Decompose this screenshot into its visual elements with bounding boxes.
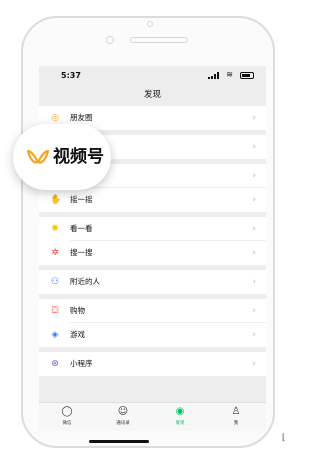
menu-item-people-nearby[interactable]: ⚇ 附近的人 › [39, 270, 266, 294]
menu-item-label: 摇一摇 [70, 195, 93, 204]
chevron-right-icon: › [252, 359, 256, 369]
menu-item-games[interactable]: ◈ 游戏 › [39, 323, 266, 347]
chevron-right-icon: › [252, 330, 256, 340]
search-icon: ✲ [51, 248, 59, 258]
status-time: 5:37 [61, 71, 81, 80]
tab-label: 微信 [62, 421, 72, 426]
people-nearby-icon: ⚇ [50, 277, 60, 287]
tab-discover[interactable]: ◉ 发现 [160, 406, 200, 426]
bottom-tab-bar: ◯ 微信 ☺ 通讯录 ◉ 发现 ♙ 我 [39, 402, 266, 431]
front-camera [106, 36, 114, 44]
status-bar: 5:37 ≋ [39, 66, 266, 84]
shopping-icon: ⛋ [51, 306, 59, 316]
tab-label: 我 [233, 421, 239, 426]
phone-screen: 5:37 ≋ 发现 ◎朋友圈›∞视频号›⊡扫一扫›✋摇一摇›✺看一看›✲搜一搜›… [39, 66, 266, 431]
discover-icon: ◉ [175, 406, 185, 417]
games-icon: ◈ [51, 330, 59, 340]
page-title: 发现 [143, 90, 161, 100]
chevron-right-icon: › [252, 142, 256, 152]
menu-item-mini-programs[interactable]: ⊛ 小程序 › [39, 352, 266, 376]
moments-icon: ◎ [51, 113, 59, 123]
channels-icon [26, 149, 50, 164]
me-icon: ♙ [231, 406, 241, 417]
channels-label: 视频号 [53, 147, 104, 167]
menu-item-label: 购物 [70, 306, 85, 315]
mini-programs-icon: ⊛ [51, 359, 59, 369]
phone-sensor [147, 21, 153, 27]
corner-mark: ⌊ [282, 433, 286, 443]
menu-item-search[interactable]: ✲ 搜一搜 › [39, 241, 266, 265]
signal-icon [208, 72, 220, 79]
chevron-right-icon: › [252, 113, 256, 123]
tab-me[interactable]: ♙ 我 [216, 406, 256, 426]
contacts-icon: ☺ [117, 406, 129, 417]
wifi-icon: ≋ [226, 70, 233, 79]
chevron-right-icon: › [252, 306, 256, 316]
tab-label: 通讯录 [116, 421, 130, 426]
home-indicator [89, 440, 149, 443]
chevron-right-icon: › [252, 171, 256, 181]
top-stories-icon: ✺ [51, 224, 59, 234]
menu-item-label: 附近的人 [70, 277, 100, 286]
menu-item-label: 游戏 [70, 330, 85, 339]
menu-item-label: 小程序 [70, 359, 93, 368]
channels-magnifier: 视频号 [13, 124, 111, 190]
chevron-right-icon: › [252, 195, 256, 205]
chevron-right-icon: › [252, 248, 256, 258]
phone-speaker [130, 37, 188, 43]
menu-item-shake[interactable]: ✋ 摇一摇 › [39, 188, 266, 212]
menu-item-shopping[interactable]: ⛋ 购物 › [39, 299, 266, 323]
menu-item-label: 看一看 [70, 224, 93, 233]
tab-label: 发现 [175, 421, 185, 426]
tab-chat[interactable]: ◯ 微信 [47, 406, 87, 426]
shake-icon: ✋ [50, 195, 62, 205]
chat-icon: ◯ [61, 406, 73, 417]
menu-item-top-stories[interactable]: ✺ 看一看 › [39, 217, 266, 241]
chevron-right-icon: › [252, 224, 256, 234]
chevron-right-icon: › [252, 277, 256, 287]
battery-icon [240, 72, 254, 79]
menu-item-label: 搜一搜 [70, 248, 93, 257]
tab-contacts[interactable]: ☺ 通讯录 [103, 406, 143, 426]
